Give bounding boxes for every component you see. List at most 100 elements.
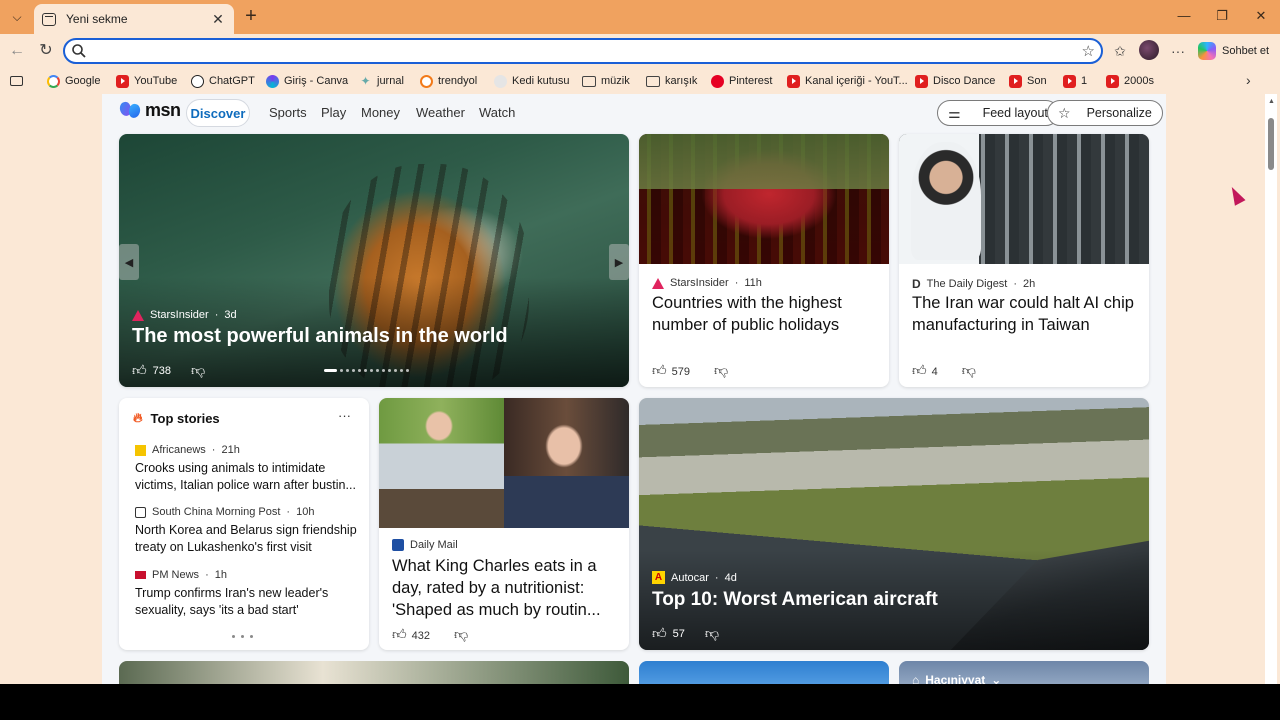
- tab-money[interactable]: Money: [361, 99, 400, 127]
- source-age: 1h: [214, 569, 227, 581]
- bookmark-2000s[interactable]: 2000s: [1106, 72, 1154, 90]
- canva-icon: [266, 74, 279, 88]
- hero-title[interactable]: The most powerful animals in the world: [132, 325, 508, 348]
- copilot-chat-button[interactable]: Sohbet et: [1198, 39, 1269, 63]
- thumbs-down-icon[interactable]: 👎︎: [454, 626, 468, 643]
- source-age: 11h: [744, 277, 762, 289]
- news-card-king-charles[interactable]: Daily Mail What King Charles eats in a d…: [379, 398, 629, 650]
- scrollbar-thumb[interactable]: [1268, 118, 1274, 170]
- bookmark-disco-dance[interactable]: Disco Dance: [915, 72, 995, 90]
- card-source[interactable]: D The Daily Digest · 2h: [912, 277, 1035, 291]
- thumbs-down-icon[interactable]: 👎︎: [714, 362, 728, 379]
- aircraft-source[interactable]: A Autocar · 4d: [652, 571, 737, 584]
- page-scrollbar[interactable]: ▲: [1265, 94, 1277, 684]
- bookmark-kedi-kutusu[interactable]: Kedi kutusu: [494, 72, 569, 90]
- bookmark-folder-muzik[interactable]: müzik: [582, 72, 630, 90]
- address-input[interactable]: [95, 42, 1055, 60]
- top-story-item[interactable]: Africanews · 21h Crooks using animals to i…: [135, 444, 357, 494]
- source-name: Autocar: [671, 571, 709, 584]
- carousel-prev-button[interactable]: ◀: [119, 244, 139, 280]
- bookmark-son[interactable]: Son: [1009, 72, 1047, 90]
- thumbs-down-icon[interactable]: 👎︎: [191, 362, 205, 379]
- like-count: 4: [931, 366, 938, 378]
- thumbs-up-icon[interactable]: 👍︎: [392, 626, 407, 642]
- card-title[interactable]: The Iran war could halt AI chip manufact…: [912, 292, 1142, 336]
- thumbs-up-icon[interactable]: 👍︎: [652, 362, 667, 378]
- more-bookmarks-chevron-icon[interactable]: ›: [1246, 72, 1251, 88]
- hero-reactions: 👍︎ 738 👎︎: [132, 362, 205, 379]
- thumbs-up-icon[interactable]: 👍︎: [132, 362, 147, 379]
- card-source[interactable]: Daily Mail: [392, 539, 458, 551]
- kedi-icon: [494, 74, 507, 88]
- bookmark-folder-karisik[interactable]: karışık: [646, 72, 697, 90]
- feed-layout-button[interactable]: ⚌ Feed layout: [937, 100, 1059, 126]
- separator-dot: ·: [286, 506, 291, 518]
- new-tab-button[interactable]: +: [240, 6, 262, 28]
- news-card-holidays[interactable]: StarsInsider · 11h Countries with the hi…: [639, 134, 889, 387]
- bookmark-label: trendyol: [438, 75, 478, 87]
- card-source[interactable]: StarsInsider · 11h: [652, 277, 762, 289]
- tab-new-tab[interactable]: Yeni sekme ✕: [34, 4, 234, 34]
- top-stories-header[interactable]: 🔥︎ Top stories: [133, 410, 220, 426]
- tab-weather[interactable]: Weather: [416, 99, 465, 127]
- carousel-next-button[interactable]: ▶: [609, 244, 629, 280]
- personalize-button[interactable]: ☆ Personalize: [1047, 100, 1163, 126]
- profile-avatar[interactable]: [1139, 40, 1159, 60]
- source-name: South China Morning Post: [152, 506, 281, 518]
- bookmark-label: 2000s: [1124, 75, 1154, 87]
- favorites-icon[interactable]: ✩: [1110, 40, 1130, 62]
- close-tab-icon[interactable]: ✕: [210, 11, 226, 28]
- source-name: StarsInsider: [670, 277, 729, 289]
- card-title[interactable]: Countries with the highest number of pub…: [652, 292, 882, 336]
- tab-discover[interactable]: Discover: [186, 99, 250, 127]
- hero-carousel-card[interactable]: ◀ ▶: [119, 134, 629, 387]
- sliders-icon: ⚌: [948, 104, 961, 121]
- thumbs-down-icon[interactable]: 👎︎: [705, 625, 719, 642]
- restore-button[interactable]: ❐: [1210, 6, 1234, 26]
- msn-logo[interactable]: msn: [118, 100, 181, 121]
- close-window-button[interactable]: ✕: [1249, 6, 1273, 26]
- story-title: Crooks using animals to intimidate victi…: [135, 461, 356, 492]
- bookmarks-bar: Google YouTube ChatGPT Giriş - Canva ✦ j…: [0, 68, 1280, 94]
- bookmark-chatgpt[interactable]: ChatGPT: [191, 72, 255, 90]
- thumbs-up-icon[interactable]: 👍︎: [912, 362, 927, 378]
- youtube-icon: [1063, 74, 1076, 88]
- tab-sports[interactable]: Sports: [269, 99, 307, 127]
- more-options-icon[interactable]: ···: [338, 408, 351, 423]
- top-story-item[interactable]: South China Morning Post · 10h North Korea…: [135, 506, 357, 556]
- tab-play[interactable]: Play: [321, 99, 346, 127]
- bookmark-1[interactable]: 1: [1063, 72, 1087, 90]
- bookmark-youtube[interactable]: YouTube: [116, 72, 177, 90]
- autocar-logo-icon: A: [652, 571, 665, 584]
- aircraft-title[interactable]: Top 10: Worst American aircraft: [652, 589, 938, 611]
- tab-actions-menu-icon[interactable]: ⌵: [6, 6, 28, 28]
- address-bar[interactable]: ☆: [63, 38, 1103, 64]
- news-card-aircraft[interactable]: [639, 398, 1149, 650]
- bookmark-pinterest[interactable]: Pinterest: [711, 72, 772, 90]
- favorite-star-icon[interactable]: ☆: [1082, 42, 1095, 60]
- back-button[interactable]: ←: [6, 40, 28, 62]
- hero-source[interactable]: StarsInsider · 3d: [132, 309, 237, 321]
- thumbs-down-icon[interactable]: 👎︎: [962, 362, 976, 379]
- card-title[interactable]: What King Charles eats in a day, rated b…: [392, 555, 620, 621]
- bookmark-kanal-icerigi[interactable]: Kanal içeriği - YouT...: [787, 72, 908, 90]
- refresh-button[interactable]: ↻: [35, 40, 57, 62]
- more-options-icon[interactable]: ···: [1168, 40, 1188, 62]
- separator-dot: ·: [211, 444, 216, 456]
- navigation-bar: ← ↻ ☆ ✩ ··· Sohbet et: [0, 34, 1280, 68]
- top-stories-page-dots[interactable]: [232, 635, 253, 638]
- google-icon: [47, 74, 60, 88]
- news-card-iran-chips[interactable]: D The Daily Digest · 2h The Iran war cou…: [899, 134, 1149, 387]
- source-age: 2h: [1023, 278, 1036, 290]
- thumbs-up-icon[interactable]: 👍︎: [652, 625, 667, 642]
- bookmark-trendyol[interactable]: trendyol: [420, 72, 477, 90]
- top-story-item[interactable]: PM News · 1h Trump confirms Iran's new lea…: [135, 569, 357, 619]
- bookmark-canva[interactable]: Giriş - Canva: [266, 72, 348, 90]
- bookmarks-menu-icon[interactable]: [10, 72, 23, 90]
- carousel-page-dots[interactable]: [324, 369, 409, 372]
- bookmark-google[interactable]: Google: [47, 72, 100, 90]
- minimize-button[interactable]: —: [1172, 6, 1196, 26]
- scroll-up-icon[interactable]: ▲: [1268, 98, 1275, 105]
- tab-watch[interactable]: Watch: [479, 99, 515, 127]
- bookmark-jurnal[interactable]: ✦ jurnal: [359, 72, 403, 90]
